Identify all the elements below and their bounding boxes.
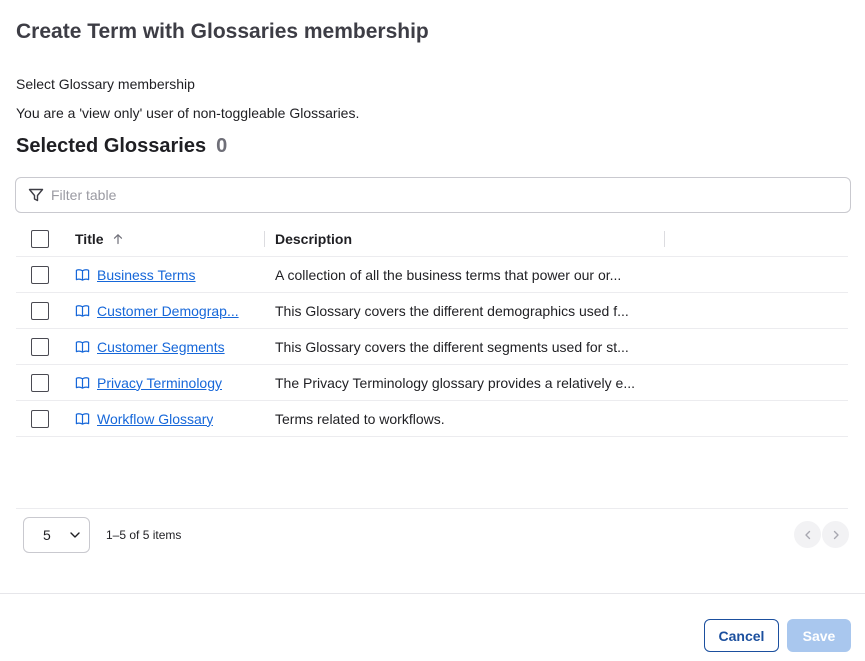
next-page-button[interactable] <box>822 521 849 548</box>
selected-glossaries-label: Selected Glossaries <box>16 135 207 157</box>
glossary-description: This Glossary covers the different segme… <box>275 338 629 355</box>
title-column-label: Title <box>75 230 104 247</box>
glossary-description: A collection of all the business terms t… <box>275 266 622 283</box>
filter-input[interactable] <box>51 187 811 203</box>
table-row: Workflow Glossary Terms related to workf… <box>16 401 848 437</box>
glossary-book-icon <box>75 305 90 317</box>
table-row: Customer Segments This Glossary covers t… <box>16 329 848 365</box>
table-row: Privacy Terminology The Privacy Terminol… <box>16 365 848 401</box>
filter-field[interactable] <box>15 177 851 213</box>
pagination-divider <box>16 508 848 509</box>
glossary-link[interactable]: Business Terms <box>97 267 196 283</box>
title-column-header[interactable]: Title <box>64 231 264 247</box>
membership-instruction: Select Glossary membership <box>16 76 195 92</box>
page-size-select[interactable]: 5 <box>23 517 90 553</box>
glossary-description: Terms related to workflows. <box>275 410 445 427</box>
chevron-down-icon <box>70 532 80 538</box>
glossary-link[interactable]: Customer Segments <box>97 339 225 355</box>
save-button[interactable]: Save <box>787 619 851 652</box>
glossaries-table: Title Description Business Terms A colle… <box>16 221 848 437</box>
glossary-link[interactable]: Privacy Terminology <box>97 375 222 391</box>
row-checkbox[interactable] <box>31 301 49 320</box>
glossary-description: The Privacy Terminology glossary provide… <box>275 374 636 391</box>
previous-page-button[interactable] <box>794 521 821 548</box>
chevron-left-icon <box>804 530 810 539</box>
glossary-book-icon <box>75 341 90 353</box>
glossary-book-icon <box>75 269 90 281</box>
chevron-right-icon <box>833 530 839 539</box>
row-checkbox[interactable] <box>31 373 49 392</box>
glossary-book-icon <box>75 413 90 425</box>
glossary-book-icon <box>75 377 90 389</box>
glossary-link[interactable]: Workflow Glossary <box>97 411 213 427</box>
selected-count: 0 <box>216 135 228 157</box>
column-divider[interactable] <box>664 231 665 247</box>
sort-ascending-icon[interactable] <box>112 233 124 245</box>
row-checkbox[interactable] <box>31 337 49 356</box>
view-only-notice: You are a 'view only' user of non-toggle… <box>16 105 360 121</box>
row-checkbox[interactable] <box>31 409 49 428</box>
select-all-checkbox[interactable] <box>31 229 49 248</box>
glossary-link[interactable]: Customer Demograp... <box>97 303 239 319</box>
table-row: Business Terms A collection of all the b… <box>16 257 848 293</box>
filter-icon <box>28 188 44 202</box>
row-checkbox[interactable] <box>31 265 49 284</box>
selected-glossaries-heading: Selected Glossaries 0 <box>16 135 227 158</box>
column-divider[interactable] <box>264 231 265 247</box>
cancel-button[interactable]: Cancel <box>704 619 779 652</box>
page-size-value: 5 <box>43 527 51 543</box>
table-header: Title Description <box>16 221 848 257</box>
dialog-title: Create Term with Glossaries membership <box>16 20 429 43</box>
table-row: Customer Demograp... This Glossary cover… <box>16 293 848 329</box>
pagination-info: 1–5 of 5 items <box>106 528 182 542</box>
footer-divider <box>0 593 865 594</box>
glossary-description: This Glossary covers the different demog… <box>275 302 629 319</box>
description-column-header[interactable]: Description <box>264 231 664 247</box>
